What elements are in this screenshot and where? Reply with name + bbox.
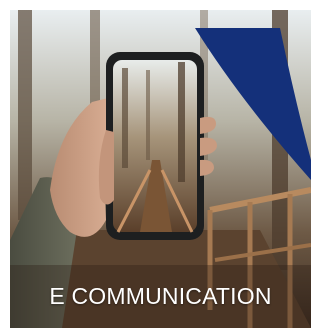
screen-tree [178,62,185,182]
banner-card: E COMMUNICATION [0,0,321,332]
screen-tree [146,70,150,160]
screen-tree [122,68,128,168]
banner-caption: E COMMUNICATION [49,283,272,309]
forest-bridge-photo [10,10,311,328]
tree-trunk [18,10,32,220]
photo-illustration [10,10,311,328]
